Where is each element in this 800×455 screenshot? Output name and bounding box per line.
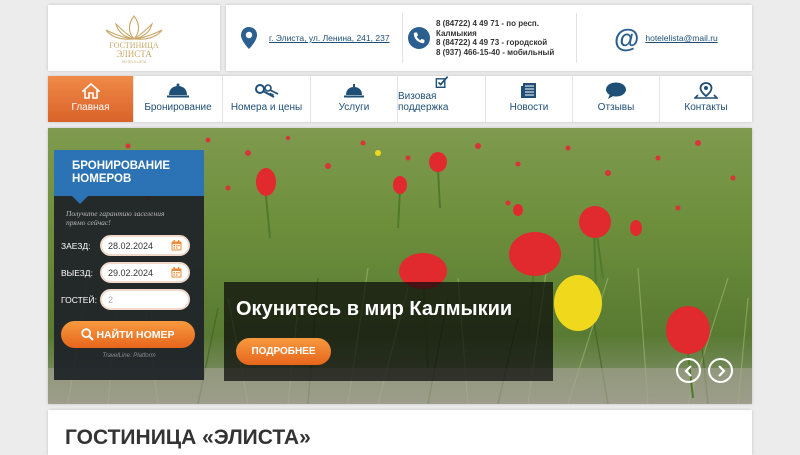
nav-label: Контакты [684, 102, 728, 113]
checkin-row: ЗАЕЗД: 28.02.2024 [61, 235, 204, 256]
cloche-icon [167, 83, 189, 98]
keys-icon [254, 84, 278, 98]
phone-icon [408, 27, 430, 49]
checkout-value: 29.02.2024 [108, 267, 154, 278]
newspaper-icon [521, 83, 536, 98]
more-button[interactable]: ПОДРОБНЕЕ [236, 338, 331, 365]
page-title: ГОСТИНИЦА «ЭЛИСТА» [65, 426, 311, 449]
email-block: @ hotelelista@mail.ru [614, 5, 718, 71]
address-block: г. Элиста, ул. Ленина, 241, 237 [240, 5, 390, 71]
booking-widget: БРОНИРОВАНИЕ НОМЕРОВ Получите гарантию з… [54, 150, 204, 380]
slide-caption: Окунитесь в мир Калмыкии ПОДРОБНЕЕ [224, 282, 553, 381]
checkin-input[interactable]: 28.02.2024 [100, 235, 190, 256]
nav-booking[interactable]: Бронирование [134, 76, 223, 122]
checkout-label: ВЫЕЗД: [61, 267, 93, 278]
calendar-icon[interactable] [171, 240, 182, 251]
logo-box[interactable]: ГОСТИНИЦА ЭЛИСТА HOTEL ELISTA [48, 5, 220, 71]
divider [576, 13, 577, 63]
nav-label: Новости [509, 102, 549, 113]
phone-list: 8 (84722) 4 49 71 - по респ. Калмыкия 8 … [436, 19, 554, 57]
phone-1-region: Калмыкия [436, 28, 477, 38]
nav-rooms[interactable]: Номера и цены [223, 76, 311, 122]
travelline-credit[interactable]: TravelLine: Platform [54, 353, 204, 359]
slide-title: Окунитесь в мир Калмыкии [236, 298, 513, 320]
phone-1[interactable]: 8 (84722) 4 49 71 - по респ. [436, 19, 554, 29]
home-icon [81, 83, 100, 99]
speech-bubble-icon [606, 82, 626, 99]
nav-reviews[interactable]: Отзывы [573, 76, 660, 122]
nav-home[interactable]: Главная [48, 76, 134, 122]
nav-label: Услуги [338, 102, 370, 113]
checkbox-icon [435, 76, 448, 88]
contact-box: г. Элиста, ул. Ленина, 241, 237 8 (84722… [226, 5, 752, 71]
checkout-input[interactable]: 29.02.2024 [100, 262, 190, 283]
booking-title: БРОНИРОВАНИЕ НОМЕРОВ [54, 150, 204, 204]
guests-row: ГОСТЕЙ: 2 [61, 289, 204, 310]
chevron-right-icon [717, 364, 726, 377]
nav-label: Визовая поддержка [398, 91, 449, 113]
nav-contacts[interactable]: Контакты [660, 76, 752, 122]
nav-label: Бронирование [144, 102, 212, 113]
nav-news[interactable]: Новости [486, 76, 573, 122]
at-sign-icon: @ [614, 23, 640, 53]
calendar-icon[interactable] [171, 267, 182, 278]
prev-slide-button[interactable] [676, 358, 701, 383]
checkin-value: 28.02.2024 [108, 240, 154, 251]
location-pin-icon [241, 27, 257, 49]
search-room-label: НАЙТИ НОМЕР [96, 328, 175, 341]
search-icon [81, 328, 95, 341]
address-link[interactable]: г. Элиста, ул. Ленина, 241, 237 [269, 33, 390, 43]
content-card: ГОСТИНИЦА «ЭЛИСТА» [48, 410, 752, 455]
nav-services[interactable]: Услуги [311, 76, 398, 122]
checkout-row: ВЫЕЗД: 29.02.2024 [61, 262, 204, 283]
guests-label: ГОСТЕЙ: [61, 294, 97, 305]
phones-block: 8 (84722) 4 49 71 - по респ. Калмыкия 8 … [408, 5, 554, 71]
search-room-button[interactable]: НАЙТИ НОМЕР [61, 321, 195, 348]
checkin-label: ЗАЕЗД: [61, 240, 91, 251]
phone-3[interactable]: 8 (937) 466-15-40 - мобильный [436, 48, 554, 58]
logo-text-2: ЭЛИСТА [116, 49, 152, 59]
hotel-logo[interactable]: ГОСТИНИЦА ЭЛИСТА HOTEL ELISTA [92, 12, 176, 64]
nav-label: Отзывы [597, 102, 635, 113]
logo-text-3: HOTEL ELISTA [122, 60, 147, 64]
nav-label: Главная [71, 102, 110, 113]
nav-label: Номера и цены [230, 102, 303, 113]
hero-slider: БРОНИРОВАНИЕ НОМЕРОВ Получите гарантию з… [48, 128, 752, 404]
guests-input[interactable]: 2 [100, 289, 190, 310]
main-nav: Главная Бронирование Номера и цены Услуг… [48, 76, 752, 122]
booking-note: Получите гарантию заселения прямо сейчас… [66, 209, 165, 227]
bell-icon [344, 84, 364, 98]
nav-visa[interactable]: Визовая поддержка [398, 76, 486, 122]
guests-placeholder: 2 [108, 294, 114, 305]
email-link[interactable]: hotelelista@mail.ru [645, 33, 717, 43]
phone-2[interactable]: 8 (84722) 4 49 73 - городской [436, 38, 554, 48]
chevron-left-icon [683, 364, 692, 377]
map-pin-icon [694, 82, 718, 99]
divider [402, 13, 403, 63]
next-slide-button[interactable] [708, 358, 733, 383]
